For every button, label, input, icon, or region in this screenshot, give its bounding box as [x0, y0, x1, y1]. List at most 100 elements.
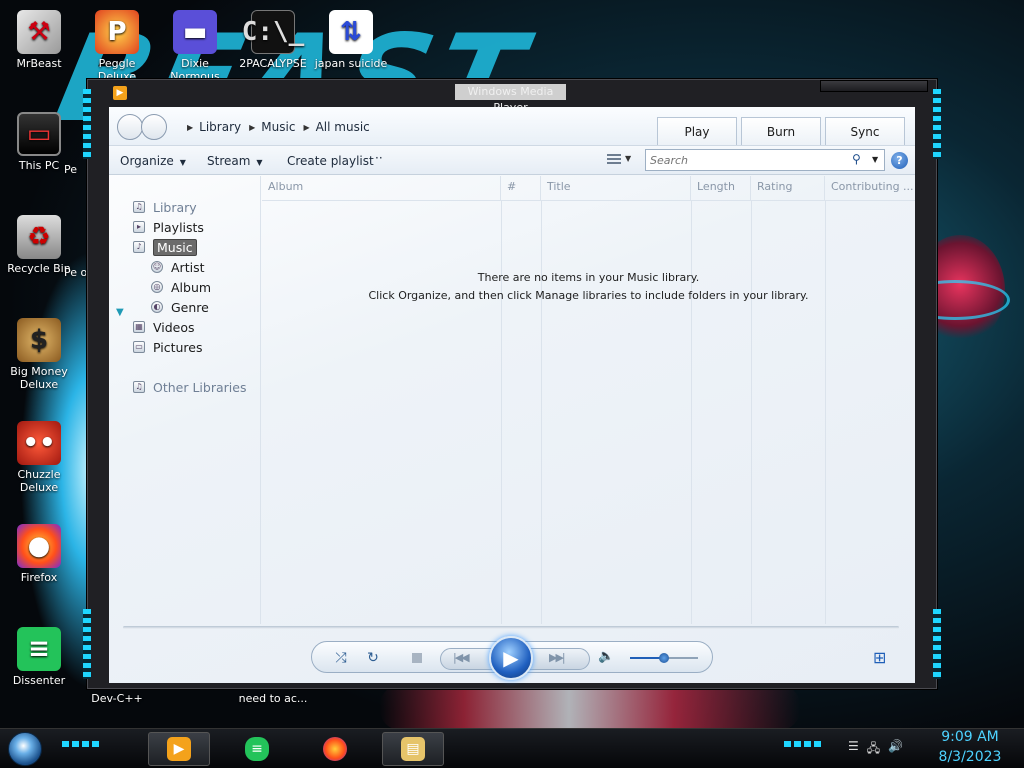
breadcrumb: ▶ Library ▶ Music ▶ All music	[187, 120, 378, 134]
nav-item-library[interactable]: ♫ Library	[133, 198, 197, 216]
playlist-icon: ▸	[133, 221, 145, 233]
nav-item-artist[interactable]: ☺ Artist	[151, 258, 204, 276]
stop-icon[interactable]	[412, 653, 422, 663]
tab-play[interactable]: Play	[657, 117, 737, 145]
taskbar-accent	[62, 741, 102, 747]
clock-date[interactable]: 8/3/2023	[930, 749, 1010, 765]
tab-sync[interactable]: Sync	[825, 117, 905, 145]
nav-label: Music	[153, 238, 197, 256]
tab-burn[interactable]: Burn	[741, 117, 821, 145]
search-icon[interactable]: ⚲	[852, 152, 861, 166]
nav-item-album[interactable]: ◎ Album	[151, 278, 211, 296]
desktop-icon-mrbeast[interactable]: ⚒ MrBeast	[0, 10, 78, 70]
wallpaper-shoes	[380, 685, 800, 730]
nav-item-genre[interactable]: ◐ Genre	[151, 298, 209, 316]
play-button[interactable]: ▶	[489, 636, 533, 680]
column-header-length[interactable]: Length	[691, 176, 751, 200]
nav-item-playlists[interactable]: ▸ Playlists	[133, 218, 204, 236]
show-hidden-icons-icon[interactable]: ☰	[848, 739, 859, 760]
network-icon[interactable]: 🖧	[867, 739, 880, 760]
chevron-down-icon[interactable]: ▼	[872, 155, 878, 164]
navigation-pane: ♫ Library ▸ Playlists ▼ ♪ Music ☺ Artist ◎ Al…	[109, 176, 261, 624]
chuzzle-icon: ••	[17, 421, 61, 465]
view-options-icon[interactable]	[607, 154, 621, 166]
clock-time[interactable]: 9:09 AM	[930, 729, 1010, 745]
previous-icon[interactable]: |◀◀	[453, 651, 470, 664]
header-divider	[262, 200, 915, 201]
album-icon: ◎	[151, 281, 163, 293]
desktop-icon-dissenter[interactable]: ≡ Dissenter	[0, 627, 78, 687]
window-title: Windows Media Player	[455, 84, 566, 114]
nav-item-videos[interactable]: ▦ Videos	[133, 318, 195, 336]
nav-label: Playlists	[153, 219, 204, 235]
taskbar-item-firefox[interactable]	[304, 732, 366, 766]
desktop-icon-2pacalypse[interactable]: C:\_ 2PACALYPSE	[234, 10, 312, 70]
breadcrumb-all-music[interactable]: All music	[316, 120, 370, 134]
organize-label: Organize	[120, 154, 174, 168]
column-divider	[751, 200, 752, 624]
back-forward-buttons	[117, 114, 167, 140]
column-header-title[interactable]: Title	[541, 176, 691, 200]
search-input[interactable]	[650, 152, 850, 168]
nav-label: Other Libraries	[153, 379, 247, 395]
volume-icon[interactable]: 🔈	[598, 649, 614, 664]
artist-icon: ☺	[151, 261, 163, 273]
column-header-rating[interactable]: Rating	[751, 176, 825, 200]
dixie-icon: ▬	[173, 10, 217, 54]
desktop-icon-need-to-label[interactable]: need to ac...	[234, 692, 312, 705]
back-button[interactable]	[117, 114, 143, 140]
column-divider	[825, 200, 826, 624]
switch-to-now-playing-icon[interactable]: ⊞	[873, 648, 886, 667]
taskbar-item-wmp[interactable]: ▶	[148, 732, 210, 766]
taskbar-item-dissenter[interactable]: ≡	[226, 732, 288, 766]
column-header-album[interactable]: Album	[262, 176, 501, 200]
chevron-down-icon: ▼	[179, 158, 186, 167]
nav-item-pictures[interactable]: ▭ Pictures	[133, 338, 203, 356]
file-icon: ⇅	[329, 10, 373, 54]
expand-arrow-icon[interactable]: ▼	[116, 307, 124, 318]
desktop-icon-dixie[interactable]: ▬ Dixie Normous	[156, 10, 234, 83]
breadcrumb-library[interactable]: Library	[199, 120, 241, 134]
breadcrumb-arrow-icon[interactable]: ▶	[303, 123, 309, 132]
stream-button[interactable]: Stream ▼	[207, 154, 263, 168]
repeat-icon[interactable]: ↻	[364, 649, 382, 667]
speaker-icon[interactable]: 🔊	[888, 739, 903, 760]
next-icon[interactable]: ▶▶|	[549, 651, 566, 664]
desktop-icon-devcpp-label[interactable]: Dev-C++	[78, 692, 156, 705]
desktop-icon-big-money[interactable]: $ Big Money Deluxe	[0, 318, 78, 391]
nav-item-music[interactable]: ♪ Music	[133, 238, 197, 256]
column-header-number[interactable]: #	[501, 176, 541, 200]
search-box[interactable]: ⚲ ▼	[645, 149, 885, 171]
window-caption-buttons[interactable]	[820, 80, 928, 92]
column-header-contributing[interactable]: Contributing ...	[825, 176, 915, 200]
desktop-icon-japan[interactable]: ⇅ japan suicide	[312, 10, 390, 70]
breadcrumb-arrow-icon[interactable]: ▶	[249, 123, 255, 132]
desktop-icon-chuzzle[interactable]: •• Chuzzle Deluxe	[0, 421, 78, 494]
console-icon: C:\_	[242, 10, 304, 54]
desktop-icon-peggle[interactable]: P Peggle Deluxe	[78, 10, 156, 83]
nav-item-other-libraries[interactable]: ♫ Other Libraries	[133, 378, 246, 396]
video-icon: ▦	[133, 321, 145, 333]
firefox-icon: ●	[17, 524, 61, 568]
wmp-app-icon[interactable]: ▶	[113, 86, 127, 100]
wmp-navbar: ▶ Library ▶ Music ▶ All music Play Burn …	[109, 107, 915, 145]
create-playlist-button[interactable]: Create playlist	[287, 154, 374, 168]
empty-library-message: There are no items in your Music library…	[477, 271, 700, 284]
desktop-icon-firefox[interactable]: ● Firefox	[0, 524, 78, 584]
nav-label: Library	[153, 199, 197, 215]
volume-thumb[interactable]	[659, 653, 669, 663]
recycle-bin-icon: ♻	[17, 215, 61, 259]
chevron-down-icon[interactable]: ▼	[625, 154, 631, 163]
taskbar-item-explorer[interactable]: ▤	[382, 732, 444, 766]
forward-button[interactable]	[141, 114, 167, 140]
start-button[interactable]	[8, 732, 42, 766]
chevron-down-icon: ▼	[256, 158, 263, 167]
help-icon[interactable]: ?	[891, 152, 908, 169]
breadcrumb-arrow-icon[interactable]: ▶	[187, 123, 193, 132]
seek-bar[interactable]	[123, 626, 899, 629]
breadcrumb-music[interactable]: Music	[261, 120, 295, 134]
more-commands-button[interactable]: ··	[375, 151, 383, 165]
organize-button[interactable]: Organize ▼	[120, 154, 186, 168]
shuffle-icon[interactable]: ⤮	[332, 649, 350, 667]
picture-icon: ▭	[133, 341, 145, 353]
